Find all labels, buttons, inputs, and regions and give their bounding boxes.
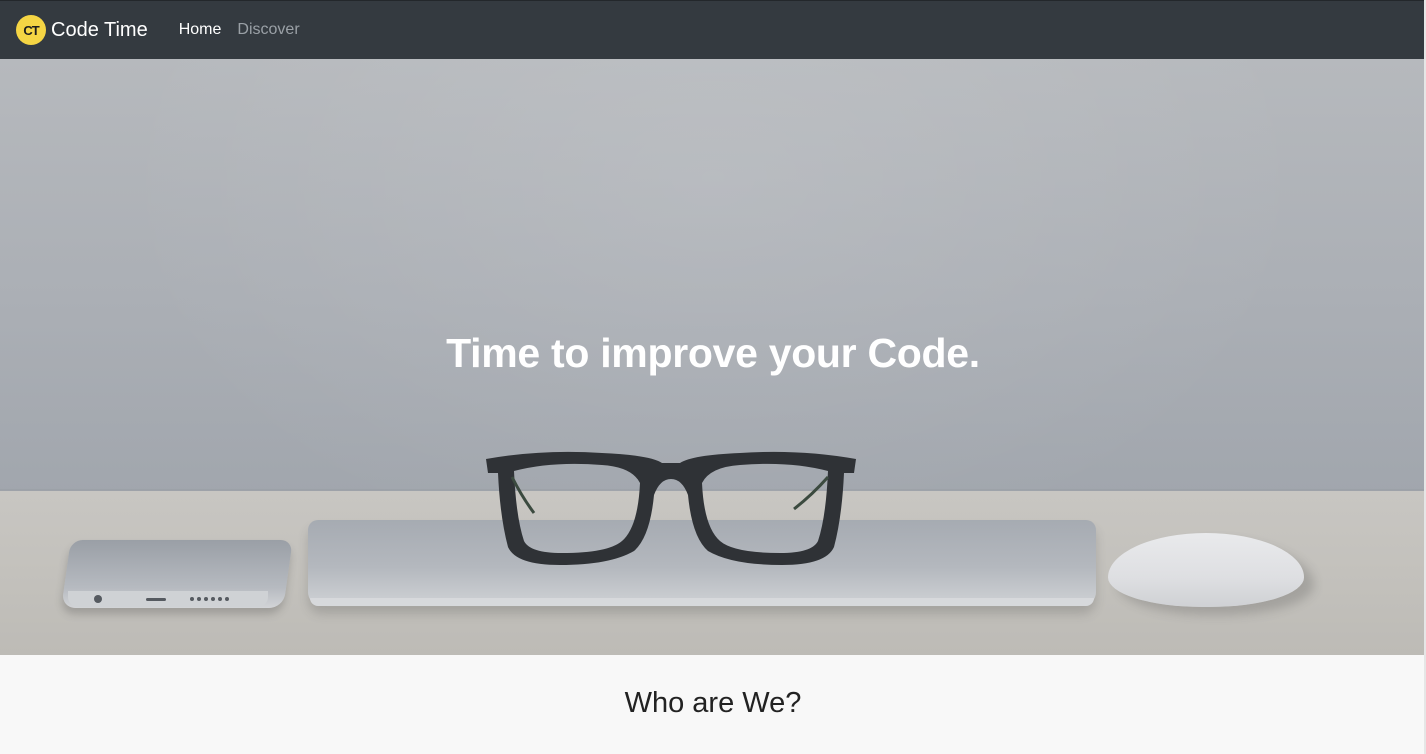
- hero-title-time: Time: [446, 330, 540, 376]
- brand-link[interactable]: CT Code Time: [16, 15, 148, 45]
- phone-speaker-dot: [211, 597, 215, 601]
- nav-link-discover[interactable]: Discover: [237, 17, 299, 43]
- phone-speaker-dot: [190, 597, 194, 601]
- laptop-edge: [310, 598, 1094, 606]
- about-section: Who are We?: [0, 655, 1426, 754]
- brand-name: Code Time: [51, 18, 148, 41]
- phone-port: [146, 598, 166, 601]
- nav-link-home[interactable]: Home: [179, 17, 222, 43]
- section-title: Who are We?: [624, 687, 802, 719]
- navbar: CT Code Time Home Discover: [0, 0, 1426, 59]
- hero-title: Time to improve your Code.: [0, 330, 1426, 377]
- phone-speaker-dot: [204, 597, 208, 601]
- hero-title-code: Code.: [867, 330, 980, 376]
- hero-banner: Time to improve your Code.: [0, 59, 1426, 655]
- phone-speaker-dot: [197, 597, 201, 601]
- phone-speaker-dot: [218, 597, 222, 601]
- hero-title-middle: to improve your: [539, 330, 868, 376]
- phone-jack: [94, 595, 102, 603]
- nav-links: Home Discover: [179, 17, 308, 43]
- glasses-image: [486, 451, 856, 565]
- phone-speaker-dot: [225, 597, 229, 601]
- brand-logo: CT: [16, 15, 46, 45]
